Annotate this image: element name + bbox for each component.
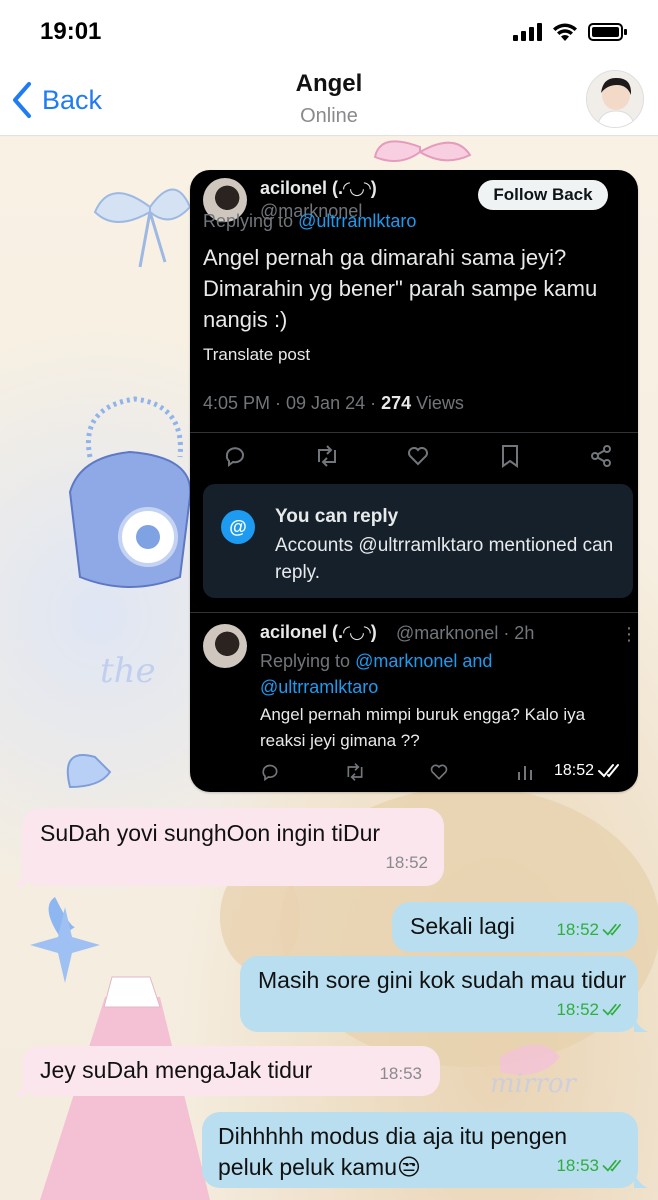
bubble-tail	[634, 1172, 648, 1188]
message-time-text: 18:52	[556, 1000, 599, 1019]
reply-tweet-replying-line: Replying to @marknonel and @ultrramlktar…	[260, 648, 550, 700]
reply-restriction-desc: Accounts @ultrramlktaro mentioned can re…	[275, 535, 614, 583]
message-time-text: 18:53	[556, 1156, 599, 1175]
svg-text:the: the	[100, 651, 156, 691]
tweet-meta: 4:05 PM · 09 Jan 24 · 274 Views	[203, 393, 464, 414]
message-text: SuDah yovi sunghOon ingin tiDur	[40, 820, 381, 846]
share-icon	[591, 445, 611, 467]
message-text: Sekali lagi	[410, 913, 515, 939]
bubble-tail	[12, 870, 26, 886]
message-time-text: 18:53	[379, 1064, 422, 1083]
image-message-time: 18:52	[554, 762, 624, 780]
bubble-tail	[634, 1016, 648, 1032]
message-time: 18:53	[379, 1058, 422, 1089]
divider	[190, 612, 638, 613]
status-icons	[512, 22, 628, 42]
bookmark-icon	[502, 445, 518, 468]
retweet-icon	[347, 763, 363, 781]
tweet-views-count: 274	[381, 393, 412, 413]
replying-prefix: Replying to	[260, 651, 351, 671]
at-icon: @	[221, 510, 255, 544]
translate-link: Translate post	[203, 345, 311, 364]
image-message[interactable]: acilonel (.◜◡◝) @marknonel Follow Back R…	[190, 170, 638, 792]
battery-icon	[588, 23, 627, 41]
reply-tweet-author-handle: @marknonel · 2h	[396, 623, 535, 643]
like-icon	[408, 447, 428, 466]
reply-tweet-text: Angel pernah mimpi buruk engga? Kalo iya…	[260, 705, 586, 750]
svg-text:mirror: mirror	[490, 1069, 577, 1099]
contact-status: Online	[300, 105, 358, 127]
double-check-icon	[598, 764, 619, 778]
message-time-text: 18:52	[385, 853, 428, 872]
signal-icon	[513, 23, 542, 41]
double-check-icon	[602, 1003, 621, 1016]
image-message-time-text: 18:52	[553, 762, 594, 779]
contact-avatar[interactable]	[586, 70, 644, 128]
double-check-icon	[602, 923, 621, 936]
outgoing-message[interactable]: Dihhhhh modus dia aja itu pengen peluk p…	[202, 1112, 638, 1188]
outgoing-message[interactable]: Masih sore gini kok sudah mau tidur 18:5…	[240, 956, 638, 1032]
incoming-message[interactable]: SuDah yovi sunghOon ingin tiDur 18:52	[22, 808, 444, 886]
tweet-author-name: acilonel (.◜◡◝)	[260, 178, 377, 198]
reply-tweet-author-name: acilonel (.◜◡◝)	[260, 622, 377, 642]
replying-prefix: Replying to	[203, 211, 294, 231]
message-time: 18:52	[556, 914, 626, 945]
message-time: 18:52	[556, 994, 626, 1025]
status-bar: 19:01	[0, 0, 658, 64]
follow-back-button: Follow Back	[478, 180, 608, 210]
reply-icon	[225, 447, 244, 467]
divider	[190, 432, 638, 433]
tweet-timestamp: 4:05 PM · 09 Jan 24 ·	[203, 393, 377, 413]
retweet-icon	[318, 445, 336, 467]
contact-name[interactable]: Angel	[0, 70, 658, 98]
wifi-icon	[553, 23, 577, 41]
message-time-text: 18:52	[556, 920, 599, 939]
message-text: Masih sore gini kok sudah mau tidur	[258, 967, 627, 993]
reply-restriction-title: You can reply	[275, 506, 399, 527]
incoming-message[interactable]: Jey suDah mengaJak tidur 18:53	[22, 1046, 440, 1096]
more-icon: ⋮	[620, 624, 638, 644]
chat-header: Back Angel Online	[0, 64, 658, 136]
status-time: 19:01	[40, 18, 102, 45]
reply-tweet-avatar	[203, 624, 247, 668]
message-text: Jey suDah mengaJak tidur	[40, 1057, 313, 1083]
outgoing-message[interactable]: Sekali lagi 18:52	[392, 902, 638, 952]
like-icon	[430, 764, 448, 780]
reply-restriction-box: @ You can reply Accounts @ultrramlktaro …	[203, 484, 633, 598]
tweet-views-label: Views	[416, 393, 464, 413]
double-check-icon	[602, 1159, 621, 1172]
replying-handle: @ultrramlktaro	[298, 211, 417, 231]
views-icon	[518, 766, 532, 780]
tweet-text: Angel pernah ga dimarahi sama jeyi? Dima…	[203, 245, 598, 332]
reply-icon	[262, 764, 278, 782]
message-time: 18:53	[556, 1150, 626, 1181]
bubble-tail	[12, 1080, 26, 1096]
tweet-replying-line: Replying to @ultrramlktaro	[203, 211, 416, 232]
message-time: 18:52	[385, 847, 428, 878]
